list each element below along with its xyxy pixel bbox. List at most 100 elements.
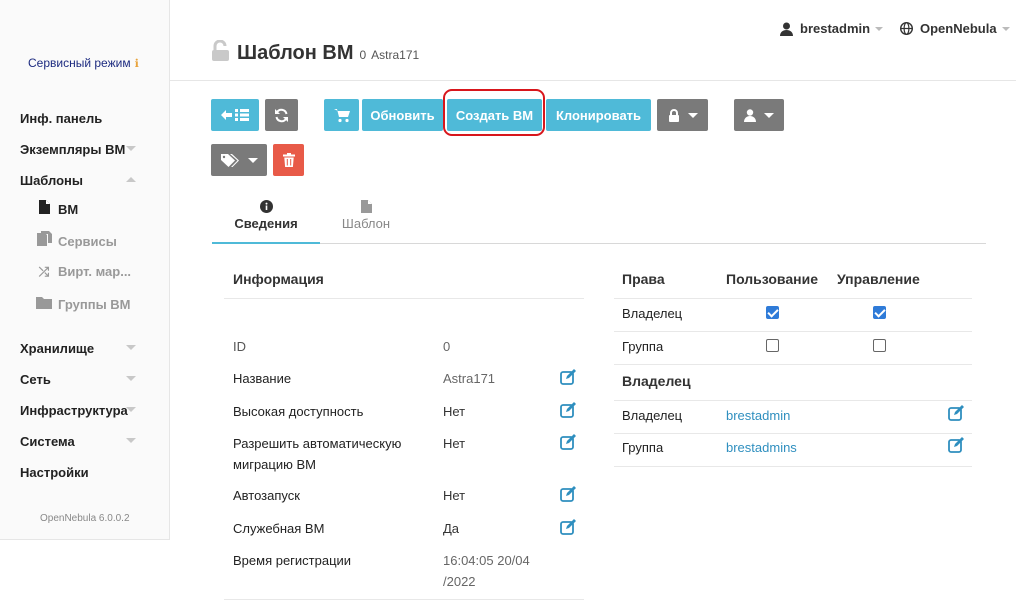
sidebar: Сервисный режим ℹ Инф. панель Экземпляры … <box>0 0 170 540</box>
info-label-registration-time: Время регистрации <box>233 553 352 568</box>
cart-icon <box>333 108 350 122</box>
info-label-migration: Разрешить автоматическую миграцию ВМ <box>233 436 402 472</box>
sidebar-item-label: Настройки <box>20 465 89 480</box>
file-icon <box>36 200 52 217</box>
group-use-checkbox[interactable] <box>766 339 779 352</box>
update-label: Обновить <box>370 107 435 123</box>
user-name: brestadmin <box>800 21 871 36</box>
user-menu[interactable]: brestadmin <box>780 21 884 36</box>
back-list-icon <box>221 109 249 121</box>
tab-label: Сведения <box>234 216 298 231</box>
tabs-divider <box>212 243 986 244</box>
info-value-service-vm: Да <box>443 521 460 536</box>
owner-dropdown-button[interactable] <box>734 99 784 131</box>
edit-icon[interactable] <box>560 486 576 502</box>
zone-name: OpenNebula <box>920 21 997 36</box>
refresh-icon <box>275 108 288 122</box>
sidebar-subitem-services[interactable]: Сервисы <box>36 231 146 249</box>
chevron-down-icon <box>875 26 884 31</box>
info-value-registration-time: 16:04:05 20/04 /2022 <box>443 553 530 589</box>
perm-row-owner-label: Владелец <box>622 306 683 321</box>
edit-icon[interactable] <box>560 402 576 418</box>
chevron-down-icon <box>126 376 136 381</box>
sidebar-item-network[interactable]: Сеть <box>20 372 140 387</box>
sidebar-item-templates[interactable]: Шаблоны <box>20 173 140 188</box>
caret-down-icon <box>764 112 774 118</box>
delete-button[interactable] <box>273 144 304 176</box>
sidebar-item-system[interactable]: Система <box>20 434 140 449</box>
sidebar-subitem-vm-groups[interactable]: Группы ВМ <box>36 296 146 312</box>
clone-button[interactable]: Клонировать <box>546 99 651 131</box>
page-title: Шаблон ВМ <box>237 42 354 64</box>
chevron-down-icon <box>1001 26 1010 31</box>
user-icon <box>744 108 756 122</box>
zone-menu[interactable]: OpenNebula <box>900 21 1010 36</box>
sidebar-item-infrastructure[interactable]: Инфраструктура <box>20 403 140 418</box>
sidebar-item-label: Шаблоны <box>20 173 83 188</box>
info-label-name: Название <box>233 371 292 386</box>
refresh-button[interactable] <box>265 99 298 131</box>
tab-template[interactable]: Шаблон <box>322 200 410 231</box>
info-icon <box>259 200 273 213</box>
row-divider <box>614 466 972 467</box>
sidebar-item-settings[interactable]: Настройки <box>20 465 140 480</box>
sidebar-item-storage[interactable]: Хранилище <box>20 341 140 356</box>
back-to-list-button[interactable] <box>211 99 259 131</box>
service-mode-indicator[interactable]: Сервисный режим ℹ <box>28 56 139 70</box>
info-value-id: 0 <box>443 339 451 354</box>
sidebar-subitem-vm[interactable]: ВМ <box>36 200 146 217</box>
owner-link[interactable]: brestadmin <box>726 408 790 423</box>
ownership-owner-label: Владелец <box>622 408 683 423</box>
info-value-autostart: Нет <box>443 488 466 503</box>
labels-dropdown-button[interactable] <box>211 144 267 176</box>
sidebar-item-dashboard[interactable]: Инф. панель <box>20 111 140 126</box>
sidebar-item-label: Инфраструктура <box>20 403 128 418</box>
chevron-down-icon <box>126 407 136 412</box>
header-divider <box>170 80 1016 81</box>
caret-down-icon <box>687 112 698 118</box>
active-tab-indicator <box>212 242 320 244</box>
col-manage-header: Управление <box>837 271 920 287</box>
sidebar-item-label: Экземпляры ВМ <box>20 142 126 157</box>
user-icon <box>780 22 793 36</box>
sidebar-subitem-vnet-templates[interactable]: ⤮ Вирт. мар... <box>36 264 146 280</box>
tags-icon <box>220 153 239 167</box>
clone-label: Клонировать <box>555 107 642 123</box>
update-button[interactable]: Обновить <box>362 99 443 131</box>
edit-icon[interactable] <box>948 437 964 453</box>
ownership-divider <box>614 400 972 401</box>
edit-icon[interactable] <box>948 405 964 421</box>
shuffle-icon: ⤮ <box>38 264 50 279</box>
info-bottom-divider <box>224 599 584 600</box>
group-link[interactable]: brestadmins <box>726 440 797 455</box>
chevron-down-icon <box>126 146 136 151</box>
ownership-group-label: Группа <box>622 440 664 455</box>
info-label-service-vm: Служебная ВМ <box>233 521 325 536</box>
ownership-heading: Владелец <box>622 373 691 389</box>
permissions-heading: Права <box>622 271 665 287</box>
tab-info[interactable]: Сведения <box>212 200 320 231</box>
version-label: OpenNebula 6.0.0.2 <box>40 513 130 524</box>
group-manage-checkbox[interactable] <box>873 339 886 352</box>
edit-icon[interactable] <box>560 434 576 450</box>
info-label-autostart: Автозапуск <box>233 488 300 503</box>
sidebar-subitem-label: Сервисы <box>58 234 117 249</box>
globe-icon <box>900 22 913 35</box>
chevron-up-icon <box>126 177 136 182</box>
trash-icon <box>282 153 295 167</box>
info-label-id: ID <box>233 339 246 354</box>
sidebar-item-vms[interactable]: Экземпляры ВМ <box>20 142 140 157</box>
col-use-header: Пользование <box>726 271 818 287</box>
edit-icon[interactable] <box>560 369 576 385</box>
unlock-icon <box>212 40 229 61</box>
template-id: 0 <box>359 48 367 62</box>
owner-manage-checkbox[interactable] <box>873 306 886 319</box>
service-mode-label: Сервисный режим <box>28 56 131 70</box>
row-divider <box>614 331 972 332</box>
perm-row-group-label: Группа <box>622 339 664 354</box>
owner-use-checkbox[interactable] <box>766 306 779 319</box>
instantiate-cart-button[interactable] <box>324 99 359 131</box>
lock-dropdown-button[interactable] <box>657 99 708 131</box>
edit-icon[interactable] <box>560 519 576 535</box>
page-header: Шаблон ВМ 0 Astra171 <box>211 37 419 65</box>
